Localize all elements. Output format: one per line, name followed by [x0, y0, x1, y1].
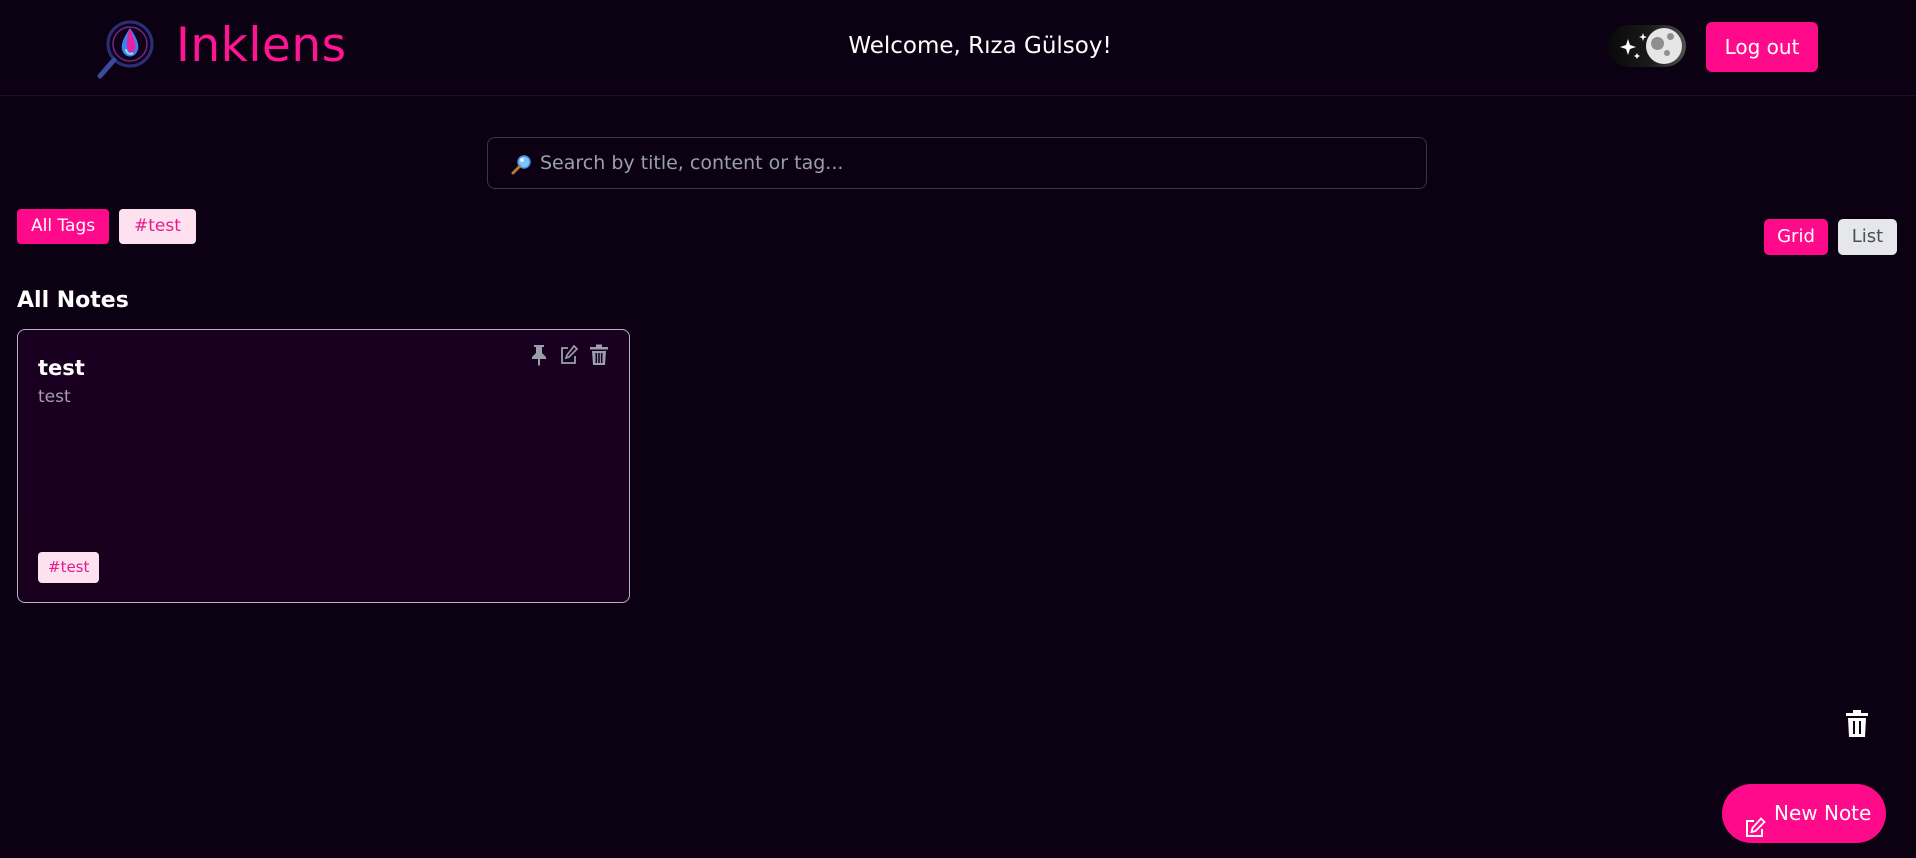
- search-input[interactable]: [540, 138, 1410, 188]
- pin-icon[interactable]: [529, 344, 549, 366]
- logout-button[interactable]: Log out: [1706, 22, 1818, 72]
- search-bar[interactable]: [487, 137, 1427, 189]
- tag-filter-test[interactable]: #test: [119, 209, 196, 244]
- note-title: test: [38, 356, 85, 380]
- note-tag[interactable]: #test: [38, 552, 100, 583]
- view-list-button[interactable]: List: [1838, 219, 1897, 255]
- note-body: test: [38, 387, 71, 407]
- note-actions: [529, 344, 613, 368]
- edit-icon: [1744, 803, 1766, 837]
- app-page: Inklens Welcome, Rıza Gülsoy! Log out Se…: [0, 0, 1916, 858]
- theme-toggle[interactable]: [1608, 25, 1686, 67]
- new-note-button[interactable]: New Note: [1722, 784, 1886, 843]
- note-card[interactable]: test test #test: [17, 329, 630, 603]
- trash-icon[interactable]: [1844, 710, 1870, 738]
- section-title: All Notes: [17, 288, 129, 313]
- view-grid-button[interactable]: Grid: [1764, 219, 1828, 255]
- top-header: Inklens Welcome, Rıza Gülsoy! Log out: [0, 0, 1916, 96]
- tag-filter-all[interactable]: All Tags: [17, 209, 110, 244]
- magnifier-icon: [510, 152, 534, 176]
- moon-icon: [1646, 28, 1682, 64]
- new-note-label: New Note: [1774, 801, 1872, 825]
- edit-icon[interactable]: [559, 344, 579, 366]
- trash-icon[interactable]: [589, 344, 609, 366]
